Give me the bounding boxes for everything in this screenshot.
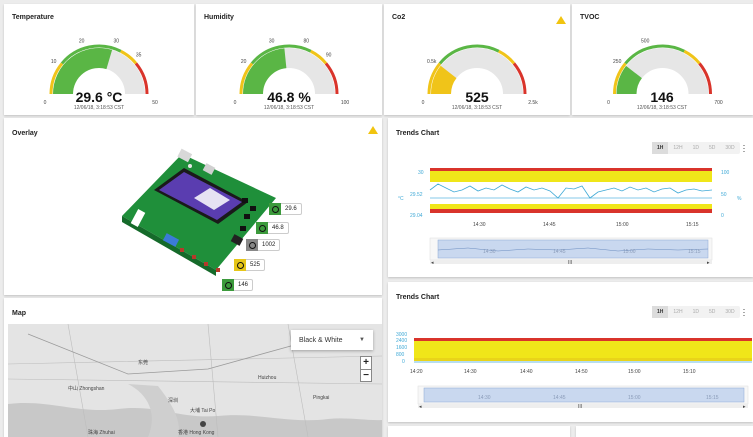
zoom-in-button[interactable]: + [361,357,371,369]
overlay-card: Overlay 29.6 46.8 1002 525 146 [4,118,382,295]
gauge-tick-label: 30 [114,39,120,45]
gauge-max-label: 100 [341,100,350,106]
map-card: Map 中山 Zhongshan 东莞 Huizhou 大埔 Tai Po 香港… [4,298,382,437]
gauge-timestamp: 12/06/18, 3:18:53 CST [73,105,125,111]
nav-tick: 15:15 [688,249,701,255]
overlay-badge-co2[interactable]: 525 [234,259,266,271]
gauge-tick-label: 20 [241,59,247,65]
overlay-badge-pressure[interactable]: 1002 [246,239,281,251]
bottom-card-right [576,426,753,437]
x-tick: 15:00 [628,369,641,375]
device-board-image [122,148,276,276]
nav-tick: 14:45 [553,395,566,401]
y-right-tick: 50 [721,192,727,198]
tvoc-icon [222,279,234,291]
pressure-icon [246,239,258,251]
y-right-tick: 100 [721,170,730,176]
y-left-tick: 2400 [396,338,407,344]
caret-down-icon: ▼ [359,337,365,343]
gauge-max-label: 50 [152,100,158,106]
trends-chart-card-1: Trends Chart 1H 12H 1D 5D 30D · · · 30 29.… [388,118,753,277]
card-title: Map [12,310,26,317]
x-tick: 14:45 [543,222,556,228]
x-tick: 14:30 [473,222,486,228]
gauge-min-label: 0 [234,100,237,106]
gauge-value: 29.6 °C [75,89,123,105]
y-left-unit: °C [398,196,404,202]
gauge-tick-label: 0.5k [427,59,437,65]
gauge-min-label: 0 [44,100,47,106]
map-style-select[interactable]: Black & White ▼ [291,330,373,350]
co2-icon [234,259,246,271]
gauge-tick-label: 80 [304,39,310,45]
y-right-tick: 0 [721,213,724,219]
nav-tick: 14:30 [483,249,496,255]
temperature-icon [269,203,281,215]
map-label: 东莞 [138,359,148,366]
gauge-max-label: 2.5k [528,100,538,106]
overlay-badge-temperature[interactable]: 29.6 [269,203,302,215]
trends-plot-2: 3000 2400 1600 800 0 14:20 14:30 14:40 1… [396,332,752,410]
navigator-scrollbar-grip[interactable]: III [578,404,582,410]
overlay-badge-tvoc[interactable]: 146 [222,279,254,291]
nav-tick: 14:30 [478,395,491,401]
map-label: Pingkai [313,395,329,401]
y-left-tick: 800 [396,352,405,358]
map-label: 深圳 [168,397,178,404]
map-label: Huizhou [258,375,277,381]
map-zoom-control: + − [360,356,372,382]
x-tick: 14:50 [575,369,588,375]
gauge-tick-label: 35 [136,52,142,58]
map-style-value: Black & White [299,336,343,344]
y-left-tick: 1600 [396,345,407,351]
nav-tick: 14:45 [553,249,566,255]
map-label: 香港 Hong Kong [178,429,215,436]
gauge-timestamp: 12/06/18, 3:18:53 CST [451,105,503,111]
co2-card: Co2 0 2.5k 0.5k 525 12/06/18, 3:18:53 CST [384,4,570,115]
map-label: 珠海 Zhuhai [88,429,115,436]
gauge-value: 146 [650,89,674,105]
navigator-window[interactable] [423,387,745,403]
y-left-tick: 29.04 [410,213,423,219]
x-tick: 15:00 [616,222,629,228]
gauge-timestamp: 12/06/18, 3:18:53 CST [636,105,688,111]
x-tick: 14:40 [520,369,533,375]
temperature-series-line [429,183,713,199]
gauge-tick-label: 500 [641,39,650,45]
gauge-max-label: 700 [714,100,723,106]
gauge-tick-label: 30 [269,39,275,45]
gauge-tick-label: 20 [79,39,85,45]
gauge-tick-label: 90 [326,52,332,58]
y-left-tick: 0 [402,359,405,365]
humidity-card: Humidity 0 100 20 30 80 90 46.8 % 12/06/18, 3… [196,4,382,115]
trends-plot-1: 30 29.52 29.04 °C 100 50 0 % 14:30 14:45… [398,168,742,266]
navigator-scrollbar-grip[interactable]: III [568,260,572,266]
x-tick: 15:10 [683,369,696,375]
map-label: 中山 Zhongshan [68,385,105,392]
tvoc-card: TVOC 0 700 250 500 146 12/06/18, 3:18:53 CS… [572,4,753,115]
y-right-unit: % [737,196,742,202]
overlay-badge-humidity[interactable]: 46.8 [256,222,289,234]
gauge-tick-label: 250 [613,59,622,65]
y-left-tick: 30 [418,170,424,176]
y-left-tick: 29.52 [410,192,423,198]
gauge-min-label: 0 [607,100,610,106]
x-tick: 14:20 [410,369,423,375]
temperature-card: Temperature 0 50 10 20 30 35 29.6 °C 12/06/18… [4,4,194,115]
gauge-min-label: 0 [422,100,425,106]
gauge-value: 525 [465,89,489,105]
gauge-timestamp: 12/06/18, 3:18:53 CST [263,105,315,111]
gauge-tick-label: 10 [51,59,57,65]
x-tick: 14:30 [464,369,477,375]
bottom-card-left [388,426,570,437]
map-label: 大埔 Tai Po [190,407,216,414]
trends-chart-card-2: Trends Chart 1H 12H 1D 5D 30D · · · 3000 2… [388,282,753,422]
gauge-value: 46.8 % [267,89,311,105]
x-tick: 15:15 [686,222,699,228]
humidity-icon [256,222,268,234]
nav-tick: 15:00 [628,395,641,401]
zoom-out-button[interactable]: − [361,369,371,381]
nav-tick: 15:15 [706,395,719,401]
nav-tick: 15:00 [623,249,636,255]
